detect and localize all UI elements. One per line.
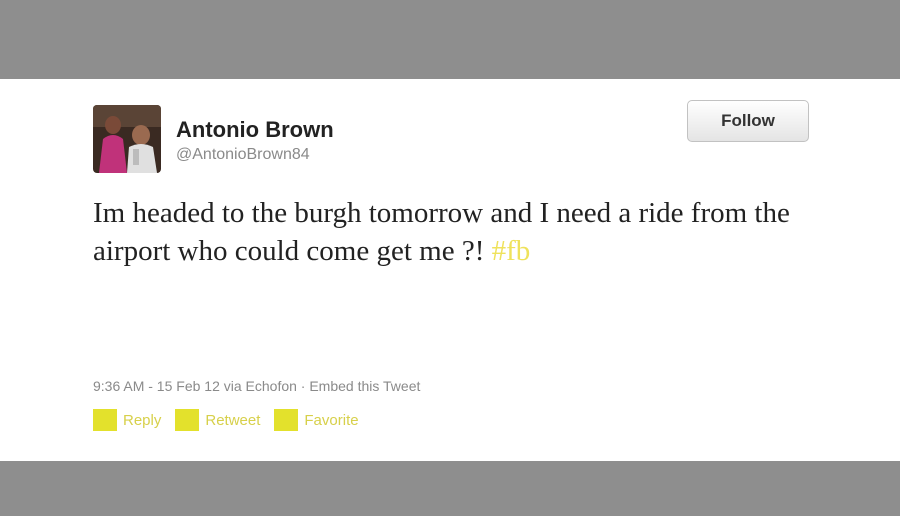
reply-label: Reply [123,411,162,429]
tweet-body: Im headed to the burgh tomorrow and I ne… [93,197,790,267]
favorite-label: Favorite [304,411,359,429]
author-name[interactable]: Antonio Brown [176,117,334,143]
retweet-button[interactable]: Retweet [175,409,260,431]
profile-photo-icon [93,105,161,173]
favorite-button[interactable]: Favorite [274,409,359,431]
favorite-icon [274,409,299,431]
avatar[interactable] [93,105,161,173]
follow-button[interactable]: Follow [687,100,809,142]
tweet-actions: Reply Retweet Favorite [93,409,373,431]
reply-button[interactable]: Reply [93,409,161,431]
retweet-icon [175,409,200,431]
author-handle[interactable]: @AntonioBrown84 [176,146,310,164]
reply-icon [93,409,117,431]
retweet-label: Retweet [205,411,261,429]
tweet-card: Antonio Brown @AntonioBrown84 Follow Im … [0,79,900,461]
tweet-meta[interactable]: 9:36 AM - 15 Feb 12 via Echofon · Embed … [93,378,420,394]
tweet-text: Im headed to the burgh tomorrow and I ne… [93,194,833,270]
hashtag-link[interactable]: #fb [492,235,531,267]
